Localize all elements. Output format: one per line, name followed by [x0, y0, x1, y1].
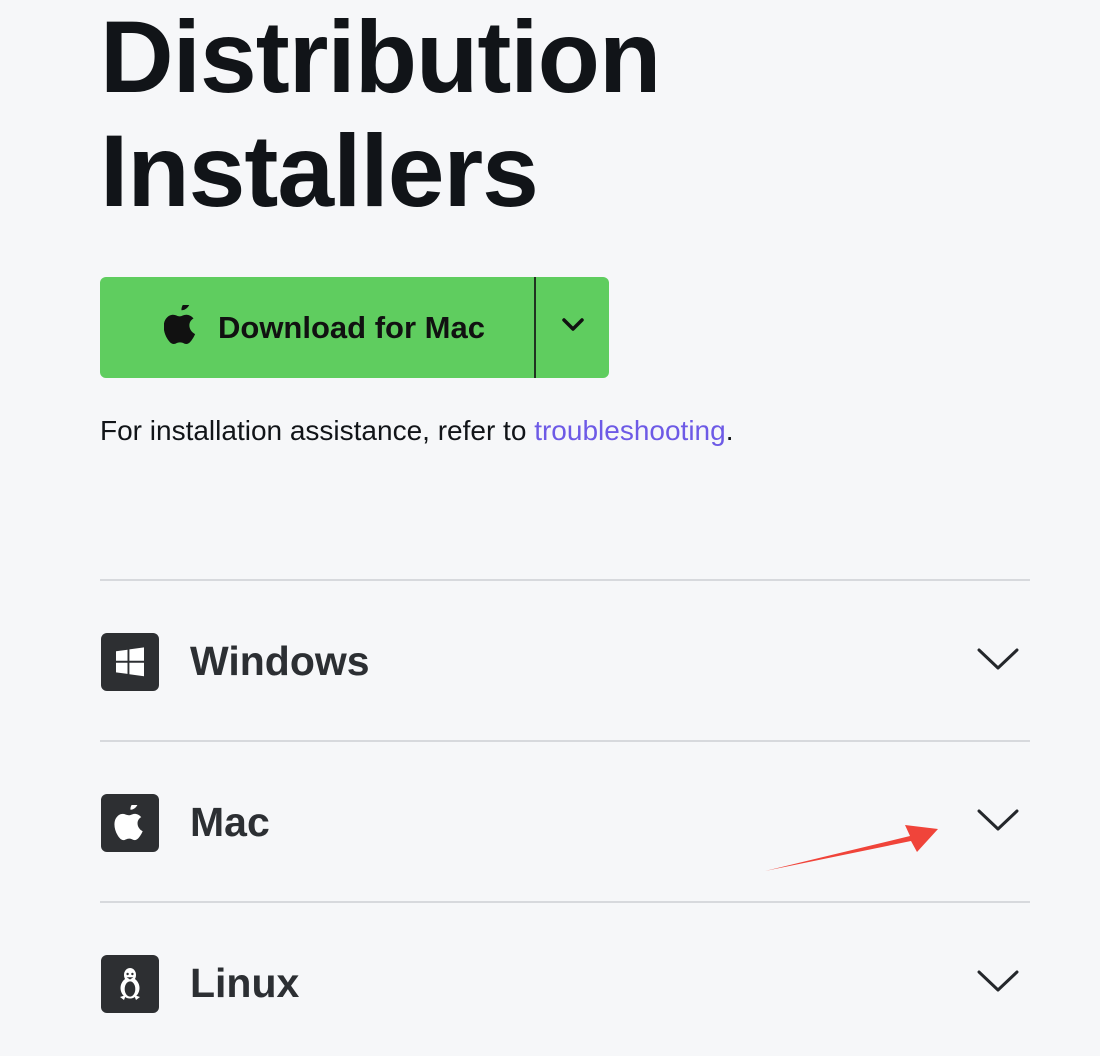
platform-row-mac[interactable]: Mac	[100, 742, 1030, 903]
help-prefix: For installation assistance, refer to	[100, 415, 535, 446]
download-options-toggle[interactable]	[536, 277, 609, 378]
chevron-down-icon[interactable]	[974, 966, 1022, 996]
download-split-button: Download for Mac	[100, 277, 609, 378]
chevron-down-icon[interactable]	[974, 644, 1022, 674]
download-button-label: Download for Mac	[218, 309, 485, 345]
windows-icon	[101, 633, 159, 691]
platform-label-linux: Linux	[190, 960, 300, 1006]
page-title: Distribution Installers	[100, 0, 661, 228]
page-title-line-2: Installers	[100, 114, 539, 228]
installation-help-text: For installation assistance, refer to tr…	[100, 412, 733, 450]
platform-accordion: Windows Mac Linux	[100, 579, 1030, 1056]
page-title-line-1: Distribution	[100, 0, 661, 114]
distribution-installers-page: Distribution Installers Download for Mac…	[0, 0, 1100, 1056]
platform-row-linux[interactable]: Linux	[100, 903, 1030, 1056]
platform-label-mac: Mac	[190, 799, 270, 845]
download-button-divider	[534, 277, 536, 378]
platform-row-windows[interactable]: Windows	[100, 581, 1030, 742]
help-suffix: .	[725, 415, 734, 446]
apple-icon	[163, 300, 198, 350]
chevron-down-icon[interactable]	[974, 805, 1022, 835]
apple-icon	[101, 794, 159, 852]
troubleshooting-link[interactable]: troubleshooting	[534, 415, 725, 446]
chevron-down-icon	[561, 317, 585, 338]
platform-label-windows: Windows	[190, 638, 370, 684]
download-for-mac-button[interactable]: Download for Mac	[100, 277, 534, 378]
linux-icon	[101, 955, 159, 1013]
